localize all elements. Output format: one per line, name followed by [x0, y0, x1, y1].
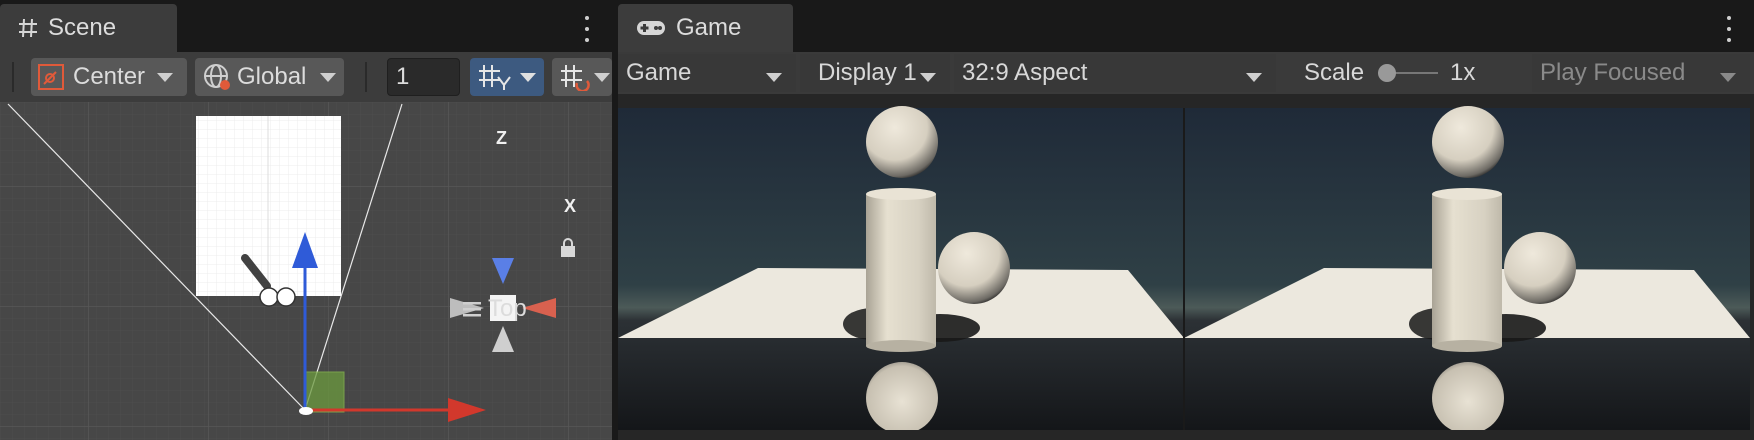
grid-visibility-button[interactable]: [470, 58, 544, 96]
gamepad-icon: [636, 18, 666, 38]
move-plane-handle[interactable]: [305, 371, 345, 413]
game-toolbar: Game Display 1 32:9 Aspect Scale 1x Play…: [618, 52, 1754, 94]
snap-increment-value: 1: [396, 63, 410, 90]
chevron-down-icon: [594, 72, 610, 82]
scale-value: 1x: [1450, 59, 1476, 86]
scene-hash-icon: [18, 18, 38, 38]
view-mode-label[interactable]: Top: [488, 295, 527, 323]
gizmo-axis-x-label: X: [564, 196, 577, 216]
toolbar-separator: [365, 62, 367, 92]
chevron-down-icon: [920, 73, 936, 82]
tab-scene-label: Scene: [48, 14, 117, 41]
game-render-canvas: [618, 106, 1754, 440]
display-dropdown[interactable]: Display 1: [800, 54, 950, 92]
grid-icon: [478, 63, 512, 91]
game-viewport[interactable]: [618, 94, 1754, 440]
chevron-down-icon: [320, 72, 337, 82]
pivot-center-label: Center: [73, 63, 146, 90]
scene-view-canvas: [0, 102, 612, 440]
scale-slider-thumb[interactable]: [1378, 64, 1396, 82]
pivot-space-label: Global: [237, 63, 307, 90]
scale-slider[interactable]: [1378, 64, 1438, 82]
tab-game-label: Game: [676, 14, 742, 41]
chevron-down-icon: [1246, 73, 1262, 82]
grid-snap-button[interactable]: [552, 58, 612, 96]
sphere-object[interactable]: [259, 287, 279, 307]
play-mode-label: Play Focused: [1540, 59, 1686, 86]
scene-more-icon[interactable]: [584, 16, 590, 42]
pivot-center-button[interactable]: Center: [31, 58, 187, 96]
sphere-object[interactable]: [276, 287, 296, 307]
hamburger-icon[interactable]: [463, 302, 481, 317]
game-more-icon[interactable]: [1726, 16, 1732, 42]
chevron-down-icon: [766, 73, 782, 82]
chevron-down-icon: [1720, 73, 1736, 82]
tab-game[interactable]: Game: [618, 4, 793, 52]
aspect-dropdown[interactable]: 32:9 Aspect: [954, 54, 1276, 92]
game-mode-dropdown[interactable]: Game: [618, 54, 796, 92]
game-display-left: [618, 106, 1184, 434]
scene-toolbar: Center Global 1: [0, 52, 612, 102]
play-mode-dropdown[interactable]: Play Focused: [1532, 54, 1750, 92]
chevron-down-icon: [520, 72, 536, 82]
grid-snap-icon: [560, 63, 590, 91]
aspect-label: 32:9 Aspect: [962, 59, 1088, 86]
scale-label: Scale: [1304, 59, 1365, 86]
display-label: Display 1: [818, 59, 917, 86]
gizmo-axis-z-label: Z: [496, 128, 507, 148]
tab-scene[interactable]: Scene: [0, 4, 177, 52]
pivot-space-button[interactable]: Global: [195, 58, 344, 96]
game-mode-label: Game: [626, 59, 692, 86]
game-display-right: [1184, 106, 1750, 434]
toolbar-grip: [12, 62, 14, 92]
snap-increment-field[interactable]: 1: [387, 58, 460, 96]
globe-icon: [203, 63, 231, 91]
chevron-down-icon: [157, 72, 174, 82]
pivot-center-icon: [37, 63, 65, 91]
scene-viewport[interactable]: Z X Top: [0, 102, 612, 440]
